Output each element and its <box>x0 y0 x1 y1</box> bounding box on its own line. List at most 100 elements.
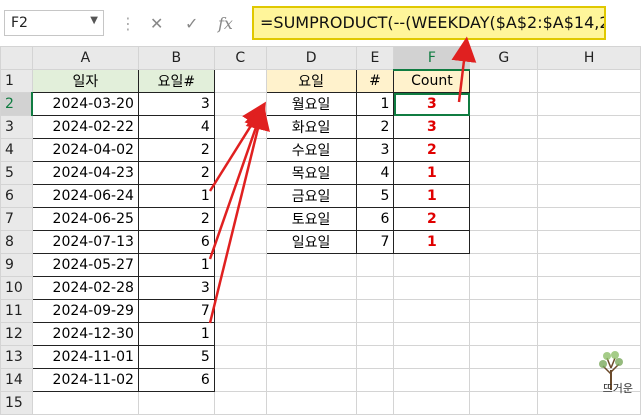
empty-cell[interactable] <box>469 345 539 369</box>
selected-count-cell[interactable]: 3 <box>393 92 471 116</box>
empty-cell[interactable] <box>213 115 267 139</box>
empty-cell[interactable] <box>469 138 539 162</box>
date-cell[interactable]: 2024-07-13 <box>31 230 139 254</box>
empty-cell[interactable] <box>393 322 471 346</box>
count-cell[interactable]: 2 <box>393 207 471 231</box>
column-header[interactable]: D <box>265 46 357 70</box>
empty-cell[interactable] <box>265 391 357 415</box>
row-header[interactable]: 1 <box>0 69 33 93</box>
empty-cell[interactable] <box>265 299 357 323</box>
table1-header-date[interactable]: 일자 <box>31 69 139 93</box>
cancel-icon[interactable]: ✕ <box>150 14 163 33</box>
empty-cell[interactable] <box>537 138 641 162</box>
empty-cell[interactable] <box>537 322 641 346</box>
row-header[interactable]: 2 <box>0 92 34 116</box>
row-header[interactable]: 3 <box>0 115 33 139</box>
empty-cell[interactable] <box>469 115 539 139</box>
row-header[interactable]: 8 <box>0 230 33 254</box>
date-cell[interactable]: 2024-06-25 <box>31 207 139 231</box>
day-number-cell[interactable]: 2 <box>355 115 395 139</box>
row-header[interactable]: 12 <box>0 322 33 346</box>
weekday-number-cell[interactable]: 3 <box>137 276 215 300</box>
row-header[interactable]: 15 <box>0 391 33 415</box>
count-cell[interactable]: 3 <box>393 115 471 139</box>
date-cell[interactable]: 2024-05-27 <box>31 253 139 277</box>
empty-cell[interactable] <box>469 184 539 208</box>
day-name-cell[interactable]: 목요일 <box>265 161 357 185</box>
empty-cell[interactable] <box>469 161 539 185</box>
empty-cell[interactable] <box>31 391 139 415</box>
formula-input[interactable]: =SUMPRODUCT(--(WEEKDAY($A$2:$A$14,2)=E2)… <box>252 6 606 40</box>
column-header[interactable]: E <box>355 46 395 70</box>
empty-cell[interactable] <box>265 368 357 392</box>
empty-cell[interactable] <box>265 253 357 277</box>
enter-icon[interactable]: ✓ <box>185 14 198 33</box>
date-cell[interactable]: 2024-02-28 <box>31 276 139 300</box>
empty-cell[interactable] <box>355 276 395 300</box>
column-header[interactable]: H <box>537 46 641 70</box>
empty-cell[interactable] <box>265 276 357 300</box>
name-box[interactable]: F2 ▼ <box>4 10 104 36</box>
day-number-cell[interactable]: 7 <box>355 230 395 254</box>
row-header[interactable]: 11 <box>0 299 33 323</box>
count-cell[interactable]: 1 <box>393 230 471 254</box>
day-number-cell[interactable]: 5 <box>355 184 395 208</box>
empty-cell[interactable] <box>393 276 471 300</box>
empty-cell[interactable] <box>537 253 641 277</box>
column-header[interactable]: C <box>213 46 267 70</box>
date-cell[interactable]: 2024-02-22 <box>31 115 139 139</box>
empty-cell[interactable] <box>537 115 641 139</box>
day-name-cell[interactable]: 수요일 <box>265 138 357 162</box>
date-cell[interactable]: 2024-12-30 <box>31 322 139 346</box>
empty-cell[interactable] <box>469 299 539 323</box>
empty-cell[interactable] <box>537 276 641 300</box>
empty-cell[interactable] <box>137 391 215 415</box>
empty-cell[interactable] <box>469 207 539 231</box>
empty-cell[interactable] <box>265 322 357 346</box>
day-name-cell[interactable]: 토요일 <box>265 207 357 231</box>
weekday-number-cell[interactable]: 2 <box>137 138 215 162</box>
empty-cell[interactable] <box>213 207 267 231</box>
empty-cell[interactable] <box>537 299 641 323</box>
empty-cell[interactable] <box>213 391 267 415</box>
weekday-number-cell[interactable]: 1 <box>137 322 215 346</box>
row-header[interactable]: 9 <box>0 253 33 277</box>
date-cell[interactable]: 2024-09-29 <box>31 299 139 323</box>
weekday-number-cell[interactable]: 4 <box>137 115 215 139</box>
count-cell[interactable]: 2 <box>393 138 471 162</box>
empty-cell[interactable] <box>469 253 539 277</box>
row-header[interactable]: 13 <box>0 345 33 369</box>
row-header[interactable]: 6 <box>0 184 33 208</box>
weekday-number-cell[interactable]: 2 <box>137 207 215 231</box>
empty-cell[interactable] <box>537 161 641 185</box>
empty-cell[interactable] <box>213 138 267 162</box>
table1-header-weekday[interactable]: 요일# <box>137 69 215 93</box>
count-cell[interactable]: 1 <box>393 161 471 185</box>
day-name-cell[interactable]: 월요일 <box>265 92 357 116</box>
empty-cell[interactable] <box>469 69 539 93</box>
weekday-number-cell[interactable]: 3 <box>137 92 215 116</box>
count-cell[interactable]: 1 <box>393 184 471 208</box>
empty-cell[interactable] <box>469 368 539 392</box>
empty-cell[interactable] <box>213 322 267 346</box>
day-number-cell[interactable]: 6 <box>355 207 395 231</box>
empty-cell[interactable] <box>355 368 395 392</box>
date-cell[interactable]: 2024-04-23 <box>31 161 139 185</box>
empty-cell[interactable] <box>213 69 267 93</box>
empty-cell[interactable] <box>213 161 267 185</box>
empty-cell[interactable] <box>355 253 395 277</box>
weekday-number-cell[interactable]: 2 <box>137 161 215 185</box>
insert-function-icon[interactable]: fx <box>218 14 233 33</box>
empty-cell[interactable] <box>537 184 641 208</box>
empty-cell[interactable] <box>537 230 641 254</box>
empty-cell[interactable] <box>355 322 395 346</box>
date-cell[interactable]: 2024-03-20 <box>31 92 139 116</box>
empty-cell[interactable] <box>469 322 539 346</box>
date-cell[interactable]: 2024-06-24 <box>31 184 139 208</box>
empty-cell[interactable] <box>213 368 267 392</box>
column-header[interactable]: B <box>137 46 215 70</box>
empty-cell[interactable] <box>355 391 395 415</box>
empty-cell[interactable] <box>355 299 395 323</box>
empty-cell[interactable] <box>213 230 267 254</box>
row-header[interactable]: 10 <box>0 276 33 300</box>
